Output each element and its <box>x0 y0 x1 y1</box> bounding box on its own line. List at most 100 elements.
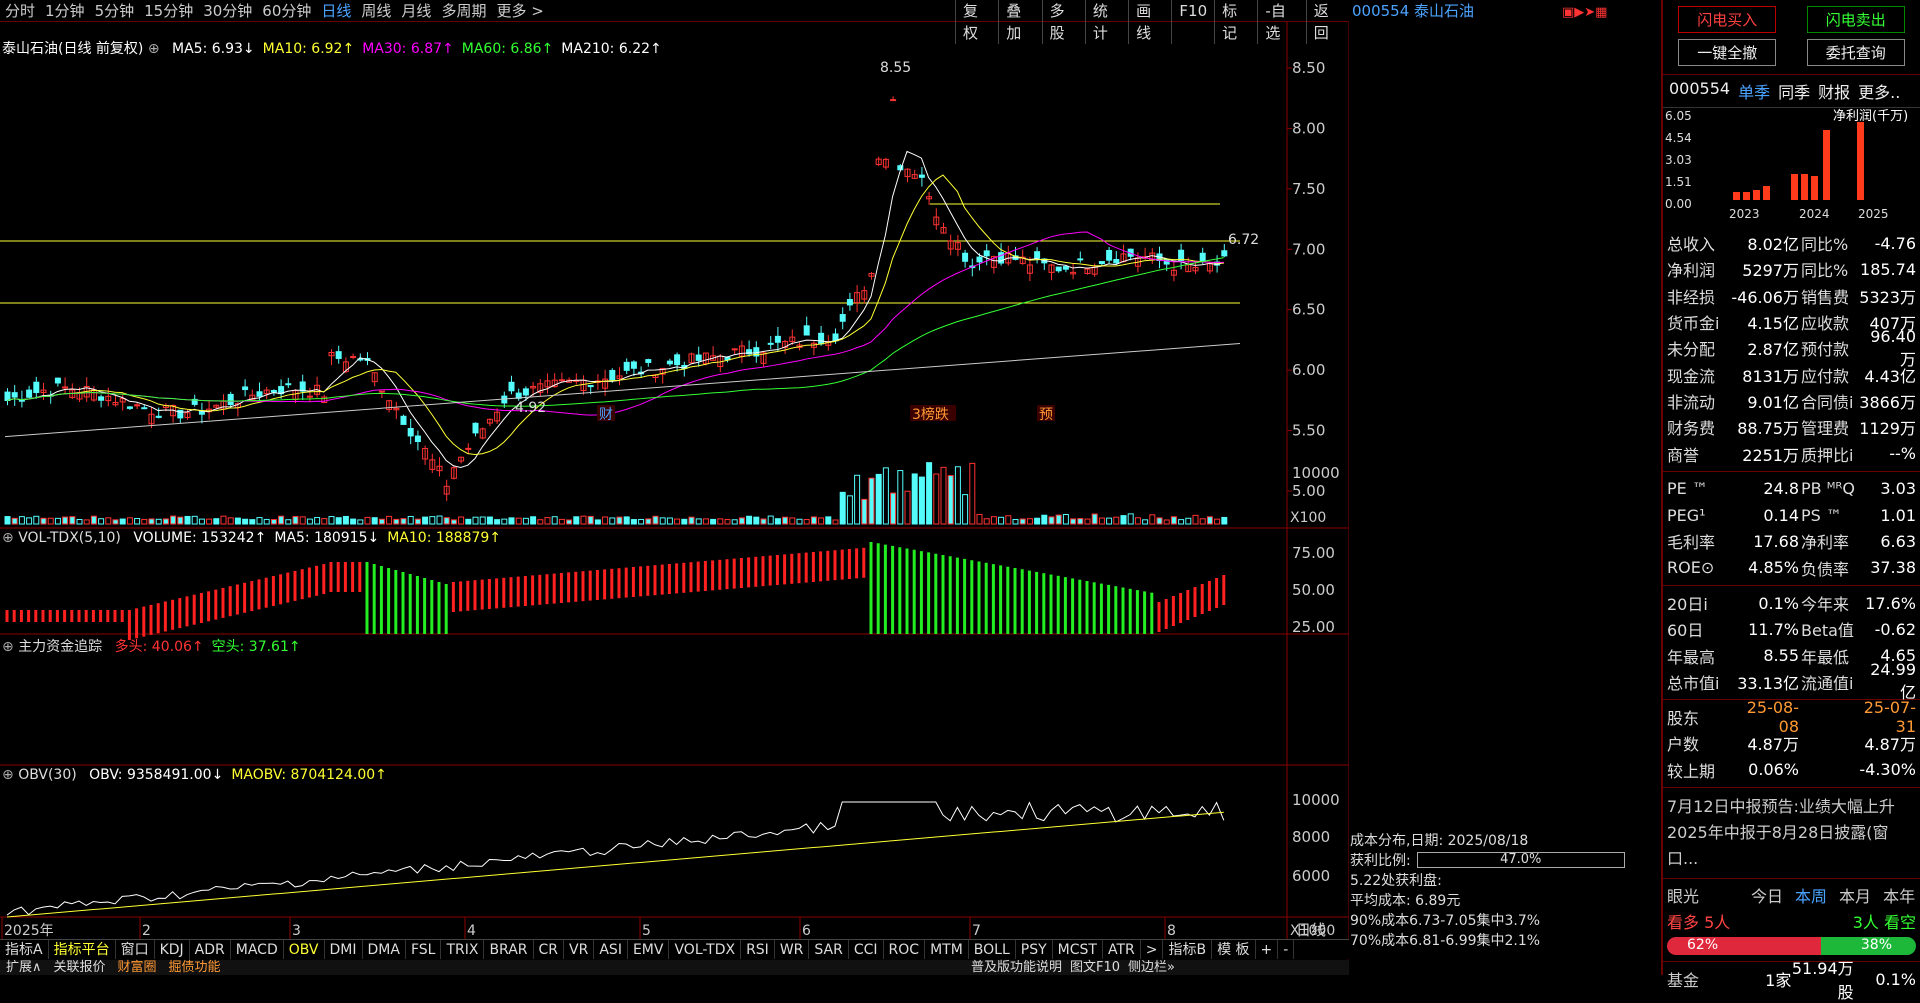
indicator-tab[interactable]: SAR <box>809 940 849 959</box>
eye-tab[interactable]: 本月 <box>1839 883 1871 907</box>
bear-count: 3人 看空 <box>1852 912 1916 932</box>
period-tab[interactable]: 月线 <box>396 0 436 22</box>
indicator-tab[interactable]: KDJ <box>155 940 190 959</box>
candle-body <box>918 174 925 178</box>
volume-bar <box>681 518 688 525</box>
indicator-tab[interactable]: WR <box>775 940 810 959</box>
indicator-tab[interactable]: DMA <box>363 940 406 959</box>
indicator-tab[interactable]: CCI <box>849 940 884 959</box>
indicator-tab[interactable]: BRAR <box>484 940 534 959</box>
ma-value: MA30: 6.87↑ <box>362 41 454 57</box>
indicator-tab[interactable]: VOL-TDX <box>669 940 742 959</box>
bottom-link[interactable]: 图文F10 <box>1066 960 1124 975</box>
bottom-tab[interactable]: 扩展∧ <box>0 960 48 975</box>
period-tab[interactable]: 15分钟 <box>139 0 198 22</box>
money-items: 多头: 40.06↑ 空头: 37.61↑ <box>107 639 301 655</box>
bottom-link[interactable]: 侧边栏» <box>1124 960 1179 975</box>
bottom-tab[interactable]: 关联报价 <box>48 960 112 975</box>
indicator-tabs: 指标A 指标平台 窗口 KDJ ADR MACD OBV DMI DMA FSL TRIX BRAR C… <box>0 939 1349 959</box>
indicator-tab[interactable]: RSI <box>741 940 775 959</box>
candle-body <box>26 389 33 398</box>
indicator-tab[interactable]: 指标A <box>0 940 49 959</box>
volume-bar <box>386 515 393 525</box>
indicator-tab[interactable]: ADR <box>190 940 231 959</box>
indicator-tab[interactable]: PSY <box>1016 940 1053 959</box>
news-list[interactable]: 7月12日中报预告:业绩大幅上升 2025年中报于8月28日披露(窗口... <box>1663 792 1920 874</box>
indicator-tab[interactable]: ASI <box>594 940 628 959</box>
eye-header: 眼光 今日 本周 本月 本年 <box>1663 883 1920 907</box>
price-annotation: 4.92 <box>515 400 546 416</box>
volume-bar <box>551 516 558 525</box>
period-tab[interactable]: 日线 <box>316 0 356 22</box>
indicator-tab[interactable]: EMV <box>628 940 670 959</box>
toolbar-icons[interactable]: ▣▶➤▦ <box>1562 2 1607 24</box>
eye-tab[interactable]: 本年 <box>1883 883 1915 907</box>
row-label: Beta值 <box>1801 621 1854 641</box>
main-chart-area[interactable]: 8.50 8.00 7.50 7.00 6.50 6.00 5.50 5.00 8.55 4.92… <box>0 22 1349 961</box>
indicator-tab[interactable]: - <box>1278 940 1295 959</box>
data-row: 非经损 -46.06万 销售费 5323万 <box>1663 283 1920 309</box>
indicator-tab[interactable]: + <box>1256 940 1279 959</box>
cancel-all-button[interactable]: 一键全撤 <box>1678 39 1777 66</box>
indicator-tab[interactable]: OBV <box>284 940 325 959</box>
indicator-tab[interactable]: ROC <box>884 940 926 959</box>
bottom-tab[interactable]: 财富圈 <box>112 960 163 975</box>
period-tab[interactable]: 多周期 <box>436 0 491 22</box>
candle-body <box>630 361 637 369</box>
indicator-tab[interactable]: FSL <box>406 940 442 959</box>
row-value: -4.76 <box>1874 233 1916 253</box>
bottom-tab[interactable]: 掘债功能 <box>163 960 227 975</box>
indicator-tab[interactable]: TRIX <box>441 940 485 959</box>
ma-value: MA60: 6.86↑ <box>461 41 554 57</box>
settings-icon[interactable]: ⊕ <box>2 767 14 783</box>
period-tab[interactable]: 5分钟 <box>90 0 140 22</box>
indicator-tab[interactable]: CR <box>534 940 565 959</box>
eye-tab[interactable]: 本周 <box>1795 883 1827 907</box>
sidebar-tab[interactable]: 财报 <box>1818 79 1850 103</box>
row-value: 0.14 <box>1763 505 1799 525</box>
sidebar-tab[interactable]: 000554 <box>1669 79 1730 103</box>
volume-bar <box>465 518 472 525</box>
settings-icon[interactable]: ⊕ <box>148 41 160 57</box>
indicator-tab[interactable]: MCST <box>1053 940 1103 959</box>
eye-tab[interactable]: 今日 <box>1751 883 1783 907</box>
indicator-tab[interactable]: MTM <box>925 940 969 959</box>
period-tab[interactable]: 周线 <box>356 0 396 22</box>
sidebar-tab[interactable]: 同季 <box>1778 79 1810 103</box>
sidebar-tab[interactable]: 更多.. <box>1858 79 1900 103</box>
period-tab[interactable]: 30分钟 <box>198 0 257 22</box>
flash-sell-button[interactable]: 闪电卖出 <box>1806 6 1905 33</box>
row-value: -46.06万 <box>1731 287 1799 307</box>
x-tick-label: 5 <box>642 923 651 939</box>
news-item[interactable]: 2025年中报于8月28日披露(窗口... <box>1667 820 1916 872</box>
flash-buy-button[interactable]: 闪电买入 <box>1678 6 1777 33</box>
indicator-value: MAOBV: 8704124.00↑ <box>231 767 387 783</box>
period-tab[interactable]: 更多 > <box>491 0 548 22</box>
indicator-tab[interactable]: > <box>1141 940 1164 959</box>
indicator-tab[interactable]: VR <box>564 940 595 959</box>
ma-value: MA10: 6.92↑ <box>262 41 355 57</box>
news-item[interactable]: 7月12日中报预告:业绩大幅上升 <box>1667 794 1916 820</box>
indicator-tab[interactable]: BOLL <box>969 940 1016 959</box>
settings-icon[interactable]: ⊕ <box>2 639 14 655</box>
row-label: 质押比i <box>1801 445 1854 465</box>
volume-bar <box>875 473 882 525</box>
indicator-tab[interactable]: 指标平台 <box>49 940 116 959</box>
indicator-tab[interactable]: DMI <box>325 940 363 959</box>
volume-bar <box>868 477 875 525</box>
settings-icon[interactable]: ⊕ <box>2 530 14 546</box>
order-query-button[interactable]: 委托查询 <box>1806 39 1905 66</box>
indicator-tab[interactable]: 指标B <box>1163 940 1213 959</box>
period-tab[interactable]: 分时 <box>0 0 40 22</box>
bottom-link[interactable]: 普及版功能说明 <box>967 960 1066 975</box>
indicator-tab[interactable]: 窗口 <box>116 940 155 959</box>
period-tab[interactable]: 60分钟 <box>257 0 316 22</box>
indicator-tab[interactable]: MACD <box>231 940 284 959</box>
period-tab[interactable]: 1分钟 <box>40 0 90 22</box>
volume-bar <box>1034 517 1041 525</box>
sidebar-tab[interactable]: 单季 <box>1738 79 1770 103</box>
indicator-tab[interactable]: 模 板 <box>1212 940 1256 959</box>
volume-bar <box>1214 518 1221 525</box>
volume-bar <box>926 462 933 525</box>
indicator-tab[interactable]: ATR <box>1103 940 1141 959</box>
